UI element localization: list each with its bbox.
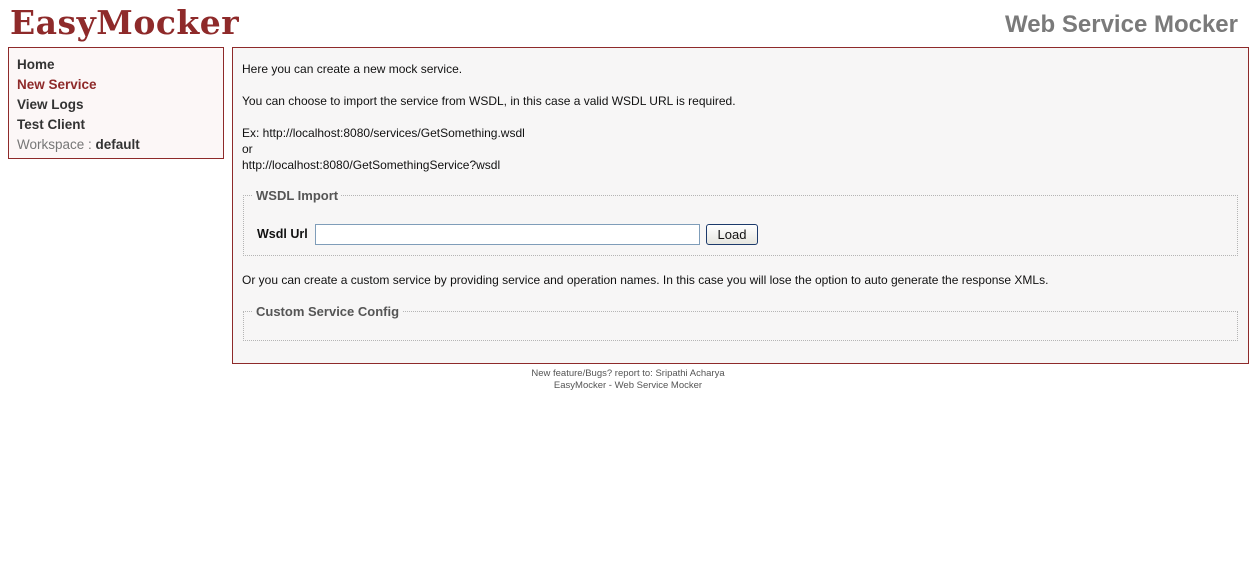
sidebar-item-home[interactable]: Home	[17, 55, 223, 75]
load-button[interactable]: Load	[706, 224, 758, 245]
footer: New feature/Bugs? report to: Sripathi Ac…	[0, 368, 1254, 392]
wsdl-url-input[interactable]	[315, 224, 700, 245]
example-url-1: Ex: http://localhost:8080/services/GetSo…	[242, 126, 525, 140]
wsdl-import-fieldset: WSDL Import Wsdl Url Load	[243, 188, 1238, 256]
example-or: or	[242, 142, 253, 156]
sidebar-item-new-service[interactable]: New Service	[17, 75, 223, 95]
custom-service-legend: Custom Service Config	[256, 304, 400, 319]
custom-service-fieldset: Custom Service Config	[243, 304, 1238, 341]
wsdl-import-legend: WSDL Import	[256, 188, 339, 203]
sidebar-item-view-logs[interactable]: View Logs	[17, 95, 223, 115]
app-logo: EasyMocker	[10, 3, 240, 42]
wsdl-info-text: You can choose to import the service fro…	[242, 94, 736, 108]
intro-text: Here you can create a new mock service.	[242, 62, 463, 76]
sidebar-item-test-client[interactable]: Test Client	[17, 115, 223, 135]
workspace-label: Workspace :	[17, 137, 92, 152]
footer-report-line: New feature/Bugs? report to: Sripathi Ac…	[531, 368, 725, 379]
custom-info-text: Or you can create a custom service by pr…	[242, 273, 1049, 287]
workspace-info: Workspace : default	[17, 135, 223, 155]
main-panel: Here you can create a new mock service. …	[232, 47, 1249, 364]
workspace-value: default	[95, 137, 140, 152]
wsdl-url-label: Wsdl Url	[257, 227, 308, 241]
example-url-2: http://localhost:8080/GetSomethingServic…	[242, 158, 501, 172]
sidebar-nav: Home New Service View Logs Test Client W…	[8, 47, 224, 159]
footer-app-line: EasyMocker - Web Service Mocker	[553, 380, 703, 391]
app-tagline: Web Service Mocker	[1004, 11, 1238, 38]
